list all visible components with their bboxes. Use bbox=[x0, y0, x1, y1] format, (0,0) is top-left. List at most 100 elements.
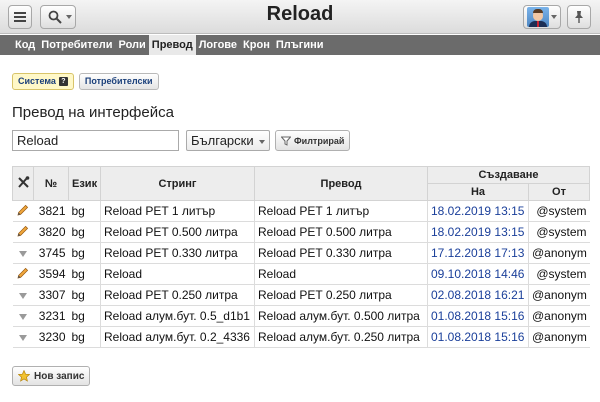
tab-roles[interactable]: Роли bbox=[116, 35, 149, 55]
row-date: 18.02.2019 13:15 bbox=[427, 200, 529, 222]
new-record-button[interactable]: Нов запис bbox=[12, 366, 91, 386]
app-header: Reload bbox=[0, 0, 600, 34]
tab-users[interactable]: Потребители bbox=[38, 35, 115, 55]
tab-logs[interactable]: Логове bbox=[196, 35, 240, 55]
search-input[interactable] bbox=[12, 130, 179, 151]
avatar bbox=[527, 7, 549, 27]
row-translation[interactable]: Reload PET 0.500 литра bbox=[254, 221, 428, 243]
pin-icon bbox=[575, 11, 583, 23]
row-lang: bg bbox=[68, 263, 101, 285]
filter-button[interactable]: Филтрирай bbox=[275, 130, 351, 151]
tab-cron[interactable]: Крон bbox=[240, 35, 273, 55]
funnel-icon bbox=[281, 136, 291, 146]
table-row[interactable]: 3594 bg Reload Reload 09.10.2018 14:46 @syste… bbox=[12, 263, 590, 285]
user-menu-button[interactable] bbox=[523, 5, 561, 29]
tools-icon bbox=[17, 176, 29, 188]
column-header-string[interactable]: Стринг bbox=[100, 166, 255, 201]
row-from: @system bbox=[528, 263, 590, 285]
row-lang: bg bbox=[68, 200, 101, 222]
column-header-from[interactable]: От bbox=[528, 183, 590, 201]
row-string[interactable]: Reload PET 0.330 литра bbox=[100, 242, 255, 264]
column-header-on[interactable]: На bbox=[427, 183, 529, 201]
row-action[interactable] bbox=[12, 305, 34, 327]
subtab-system[interactable]: Система ? bbox=[12, 73, 74, 90]
row-string[interactable]: Reload алум.бут. 0.5_d1b1 bbox=[100, 305, 255, 327]
star-icon bbox=[18, 370, 30, 382]
row-translation[interactable]: Reload bbox=[254, 263, 428, 285]
row-action[interactable] bbox=[12, 200, 34, 222]
row-lang: bg bbox=[68, 242, 101, 264]
column-header-lang[interactable]: Език bbox=[68, 166, 101, 201]
row-num: 3307 bbox=[33, 284, 69, 306]
row-date: 18.02.2019 13:15 bbox=[427, 221, 529, 243]
row-action[interactable] bbox=[12, 263, 34, 285]
row-from: @system bbox=[528, 221, 590, 243]
column-header-num[interactable]: № bbox=[33, 166, 69, 201]
main-nav: Код Потребители Роли Превод Логове Крон … bbox=[0, 35, 600, 55]
row-translation[interactable]: Reload алум.бут. 0.250 литра bbox=[254, 326, 428, 348]
triangle-down-icon[interactable] bbox=[19, 313, 27, 320]
page-title: Превод на интерфейса bbox=[12, 104, 174, 121]
triangle-down-icon[interactable] bbox=[19, 250, 27, 257]
language-select[interactable]: Български bbox=[186, 130, 270, 151]
row-date: 02.08.2018 16:21 bbox=[427, 284, 529, 306]
row-lang: bg bbox=[68, 305, 101, 327]
subtab-system-label: Система bbox=[18, 76, 56, 86]
subtab-user-label: Потребителски bbox=[84, 76, 153, 86]
row-lang: bg bbox=[68, 326, 101, 348]
table-row[interactable]: 3307 bg Reload PET 0.250 литра Reload PET 0… bbox=[12, 284, 590, 306]
help-icon: ? bbox=[58, 77, 68, 86]
row-translation[interactable]: Reload PET 0.250 литра bbox=[254, 284, 428, 306]
translations-table: № Език Стринг Превод Създаване На От 382… bbox=[12, 166, 590, 348]
row-from: @anonym bbox=[528, 326, 590, 348]
table-row[interactable]: 3231 bg Reload алум.бут. 0.5_d1b1 Reload ал… bbox=[12, 305, 590, 327]
tools-header bbox=[12, 166, 34, 201]
table-row[interactable]: 3820 bg Reload PET 0.500 литра Reload PET 0… bbox=[12, 221, 590, 243]
table-row[interactable]: 3821 bg Reload PET 1 литър Reload PET 1 лит… bbox=[12, 200, 590, 222]
row-string[interactable]: Reload PET 0.250 литра bbox=[100, 284, 255, 306]
row-string[interactable]: Reload bbox=[100, 263, 255, 285]
row-num: 3745 bbox=[33, 242, 69, 264]
row-action[interactable] bbox=[12, 221, 34, 243]
tab-code[interactable]: Код bbox=[12, 35, 38, 55]
pencil-icon[interactable] bbox=[17, 225, 29, 240]
row-num: 3230 bbox=[33, 326, 69, 348]
table-row[interactable]: 3745 bg Reload PET 0.330 литра Reload PET 0… bbox=[12, 242, 590, 264]
pin-button[interactable] bbox=[567, 5, 591, 29]
row-date: 01.08.2018 15:16 bbox=[427, 326, 529, 348]
row-num: 3821 bbox=[33, 200, 69, 222]
row-string[interactable]: Reload PET 1 литър bbox=[100, 200, 255, 222]
row-string[interactable]: Reload PET 0.500 литра bbox=[100, 221, 255, 243]
triangle-down-icon[interactable] bbox=[19, 292, 27, 299]
new-record-label: Нов запис bbox=[34, 370, 85, 382]
row-from: @system bbox=[528, 200, 590, 222]
triangle-down-icon[interactable] bbox=[19, 334, 27, 341]
row-action[interactable] bbox=[12, 242, 34, 264]
pencil-icon[interactable] bbox=[17, 267, 29, 282]
table-row[interactable]: 3230 bg Reload алум.бут. 0.2_4336 Reload ал… bbox=[12, 326, 590, 348]
subtab-user[interactable]: Потребителски bbox=[78, 73, 159, 90]
row-from: @anonym bbox=[528, 242, 590, 264]
language-select-value: Български bbox=[191, 133, 254, 148]
row-action[interactable] bbox=[12, 284, 34, 306]
row-date: 17.12.2018 17:13 bbox=[427, 242, 529, 264]
chevron-down-icon bbox=[259, 140, 265, 144]
row-from: @anonym bbox=[528, 284, 590, 306]
row-lang: bg bbox=[68, 221, 101, 243]
row-num: 3594 bbox=[33, 263, 69, 285]
row-lang: bg bbox=[68, 284, 101, 306]
row-action[interactable] bbox=[12, 326, 34, 348]
row-translation[interactable]: Reload алум.бут. 0.500 литра bbox=[254, 305, 428, 327]
row-string[interactable]: Reload алум.бут. 0.2_4336 bbox=[100, 326, 255, 348]
column-header-translation[interactable]: Превод bbox=[254, 166, 428, 201]
tab-plugins[interactable]: Плъгини bbox=[273, 35, 327, 55]
filter-button-label: Филтрирай bbox=[294, 135, 345, 146]
tab-translation[interactable]: Превод bbox=[148, 35, 196, 55]
row-num: 3231 bbox=[33, 305, 69, 327]
row-num: 3820 bbox=[33, 221, 69, 243]
row-from: @anonym bbox=[528, 305, 590, 327]
pencil-icon[interactable] bbox=[17, 204, 29, 219]
row-translation[interactable]: Reload PET 0.330 литра bbox=[254, 242, 428, 264]
chevron-down-icon bbox=[551, 15, 557, 19]
row-translation[interactable]: Reload PET 1 литър bbox=[254, 200, 428, 222]
